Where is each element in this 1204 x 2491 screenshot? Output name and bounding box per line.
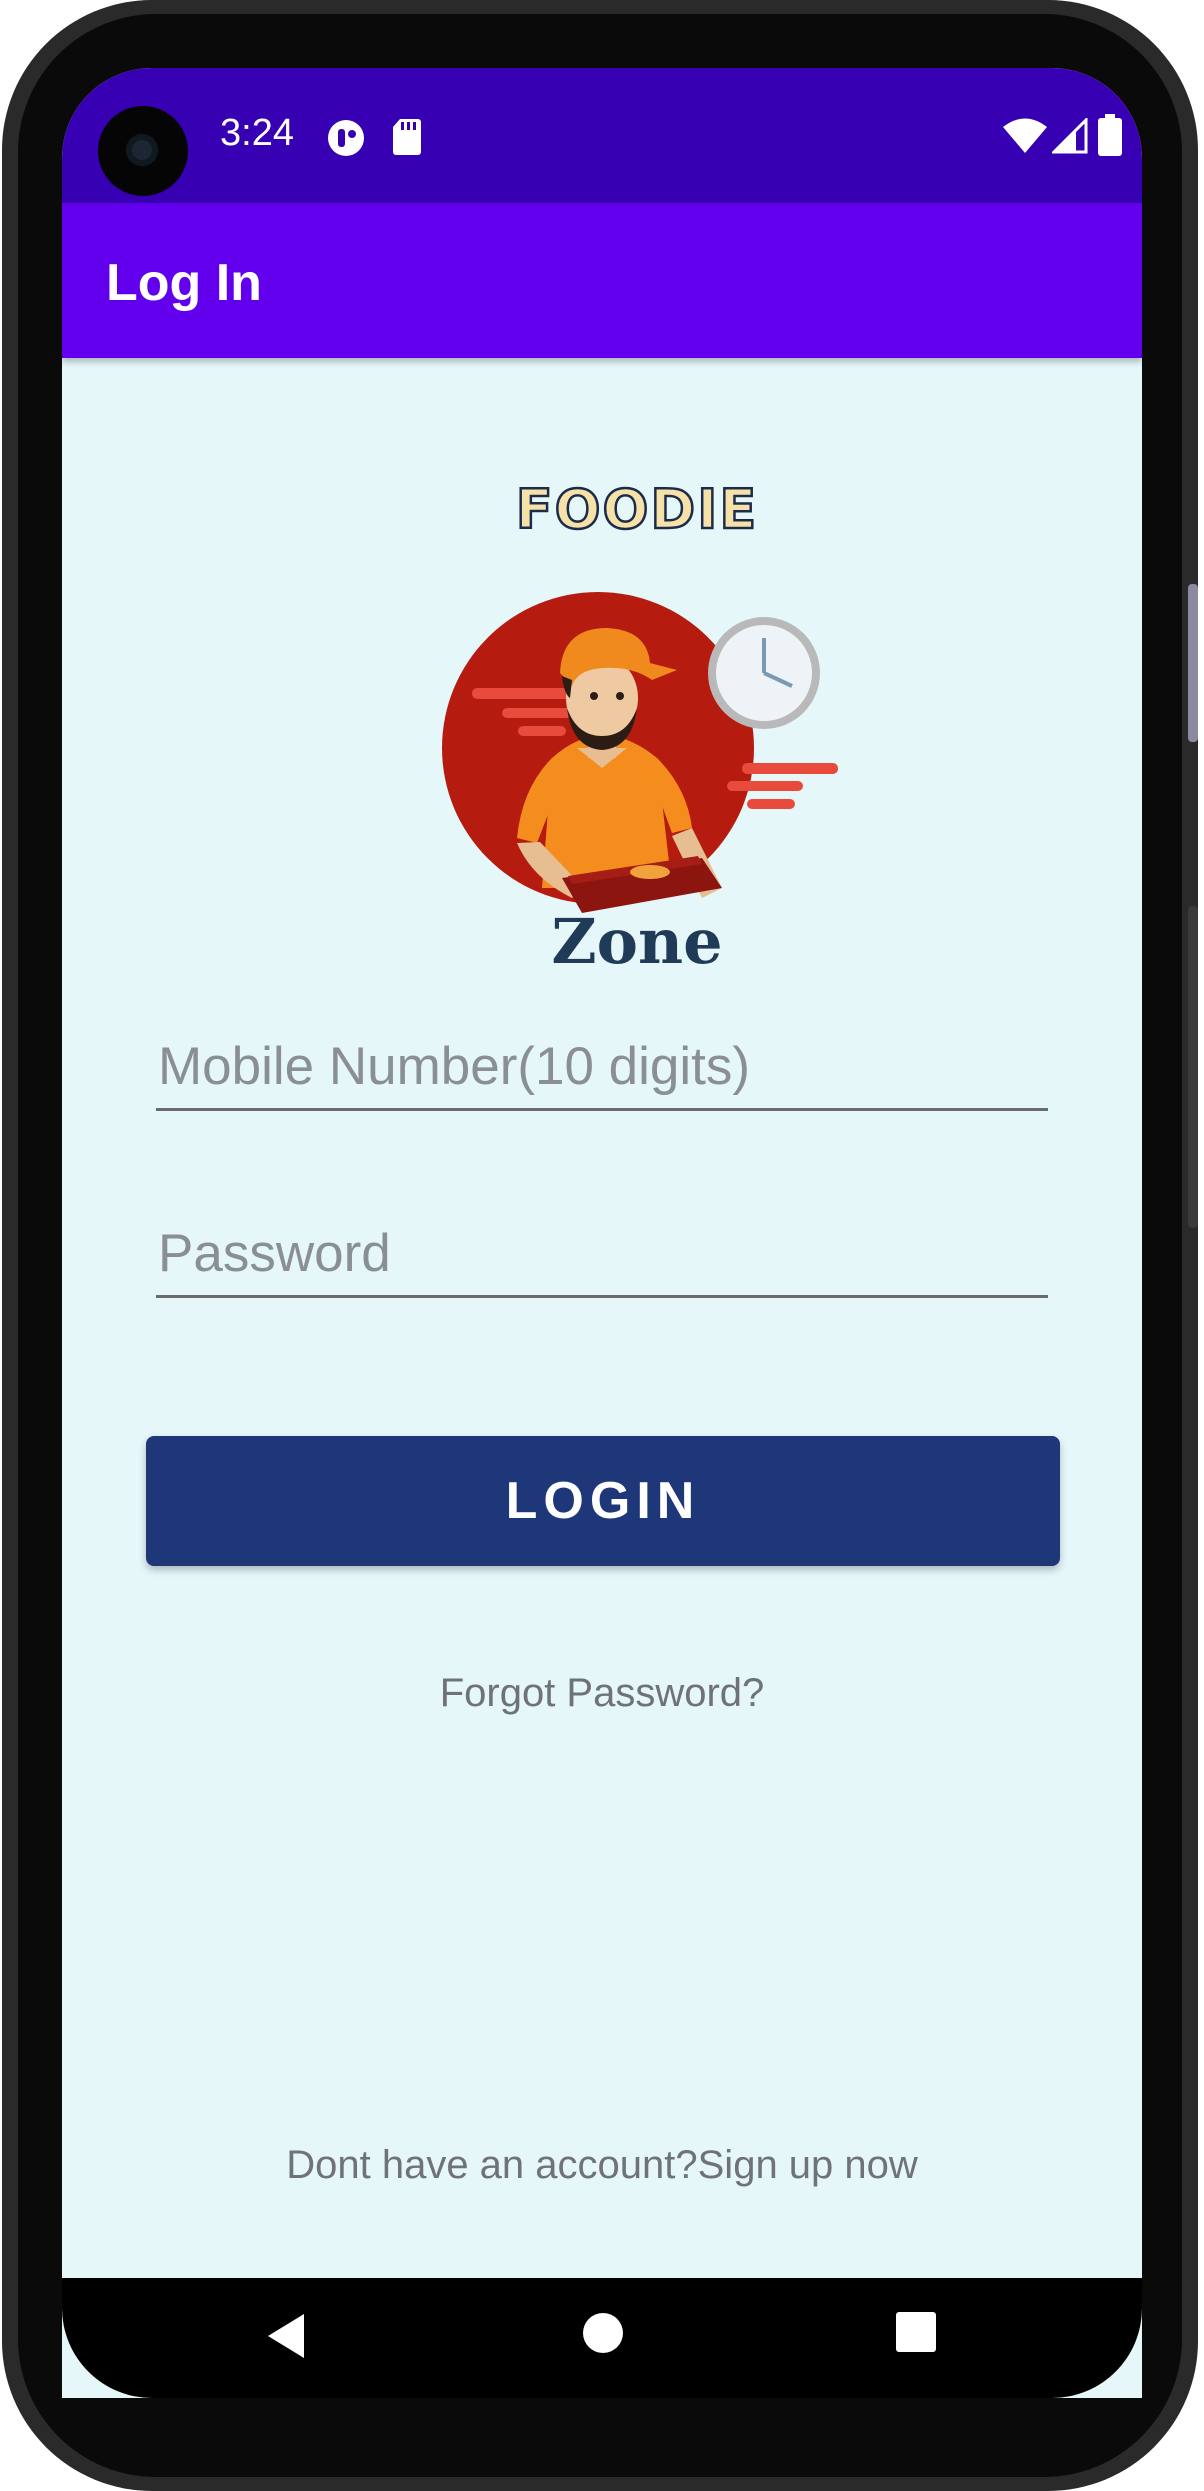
cell-signal-icon [1052, 118, 1088, 154]
back-icon[interactable] [264, 2310, 312, 2362]
forgot-password-link[interactable]: Forgot Password? [62, 1671, 1142, 1716]
wifi-icon [1003, 118, 1047, 153]
svg-text:FOODIE: FOODIE [516, 478, 759, 541]
status-time: 3:24 [220, 112, 294, 154]
power-button [1188, 906, 1198, 1228]
status-bar: 3:24 [62, 68, 1142, 203]
notification-app-icon [328, 120, 364, 156]
sd-card-icon [393, 119, 421, 155]
mobile-number-field[interactable]: Mobile Number(10 digits) [156, 1028, 1048, 1111]
recents-icon[interactable] [894, 2310, 938, 2354]
password-field[interactable]: Password [156, 1215, 1048, 1298]
navigation-bar [62, 2278, 1142, 2398]
front-camera [98, 106, 188, 196]
screen: 3:24 Log In FOODIE Zone Mobile Number(10… [62, 68, 1142, 2398]
signup-link[interactable]: Dont have an account?Sign up now [62, 2143, 1142, 2188]
foodie-zone-logo: FOODIE Zone [442, 477, 838, 978]
password-placeholder: Password [158, 1224, 391, 1283]
login-button[interactable]: LOGIN [146, 1436, 1060, 1566]
home-icon[interactable] [580, 2310, 626, 2356]
page-title: Log In [106, 254, 262, 312]
battery-icon [1098, 114, 1122, 156]
app-bar: Log In [62, 203, 1142, 358]
svg-text:Zone: Zone [551, 905, 722, 978]
mobile-number-placeholder: Mobile Number(10 digits) [158, 1037, 751, 1096]
volume-button [1188, 584, 1198, 742]
